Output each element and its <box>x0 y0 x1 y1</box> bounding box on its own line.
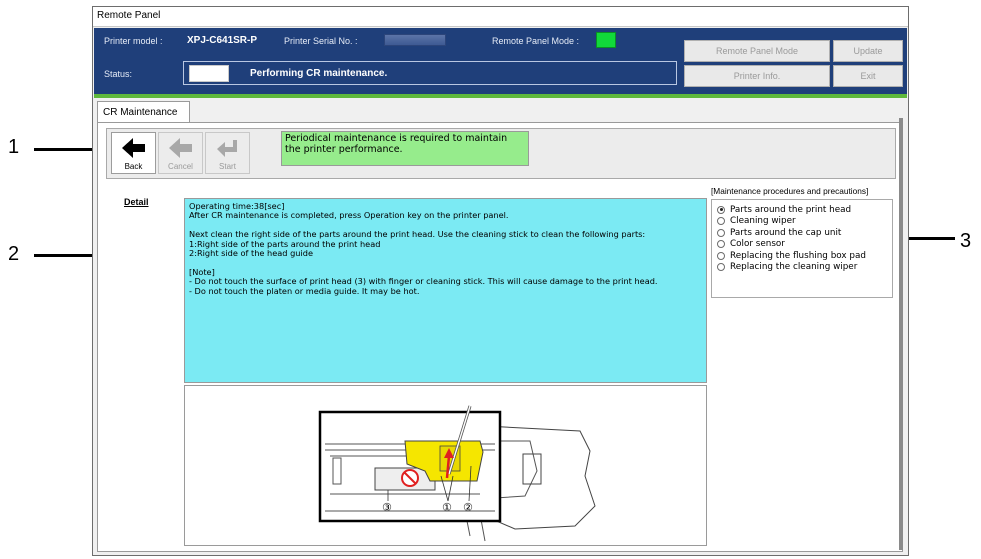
printer-header: Printer model : XPJ-C641SR-P Printer Ser… <box>94 28 907 94</box>
back-label: Back <box>124 162 143 171</box>
callout-2-number: 2 <box>8 243 20 265</box>
serial-label: Printer Serial No. : <box>284 36 358 46</box>
procedure-option-parts-around-print-head[interactable]: Parts around the print head <box>717 204 887 216</box>
remote-mode-indicator <box>596 32 616 48</box>
remote-mode-label: Remote Panel Mode : <box>492 36 580 46</box>
cancel-label: Cancel <box>168 162 193 171</box>
procedure-label: Parts around the cap unit <box>730 227 842 238</box>
status-indicator <box>189 65 229 82</box>
start-label: Start <box>219 162 236 171</box>
exit-button[interactable]: Exit <box>833 65 903 87</box>
radio-icon[interactable] <box>717 240 725 249</box>
radio-selected-icon[interactable] <box>717 205 725 214</box>
callout-3-number: 3 <box>960 230 972 252</box>
detail-text-box: Operating time:38[sec] After CR maintena… <box>184 198 707 383</box>
printer-model-value: XPJ-C641SR-P <box>187 35 258 46</box>
status-label: Status: <box>104 69 133 79</box>
start-button[interactable]: Start <box>205 132 250 174</box>
detail-line: 2:Right side of the head guide <box>189 248 313 259</box>
detail-line: ​ <box>189 258 702 267</box>
part-label-3: ③ <box>382 501 392 514</box>
procedure-label: Replacing the cleaning wiper <box>730 262 858 273</box>
detail-label: Detail <box>124 197 149 207</box>
right-scrollbar-edge[interactable] <box>899 118 903 550</box>
procedure-label: Parts around the print head <box>730 204 852 215</box>
procedures-header: [Maintenance procedures and precautions] <box>711 186 869 196</box>
radio-icon[interactable] <box>717 217 725 226</box>
printer-model-label: Printer model : <box>104 36 163 46</box>
procedure-option-cap-unit[interactable]: Parts around the cap unit <box>717 227 887 239</box>
start-return-icon <box>217 140 237 157</box>
back-arrow-icon <box>122 138 145 158</box>
procedure-option-flushing-box-pad[interactable]: Replacing the flushing box pad <box>717 250 887 262</box>
header-divider <box>94 94 907 98</box>
cancel-arrow-icon <box>169 138 192 158</box>
tab-cr-maintenance[interactable]: CR Maintenance <box>97 101 190 123</box>
detail-line: After CR maintenance is completed, press… <box>189 210 509 221</box>
radio-icon[interactable] <box>717 251 725 260</box>
radio-icon[interactable] <box>717 263 725 272</box>
procedure-label: Color sensor <box>730 239 785 250</box>
part-label-2: ② <box>463 501 473 514</box>
remote-panel-mode-button[interactable]: Remote Panel Mode <box>684 40 830 62</box>
status-frame: Performing CR maintenance. <box>183 61 677 85</box>
serial-number-value <box>384 34 446 46</box>
back-button[interactable]: Back <box>111 132 156 174</box>
detail-line: - Do not touch the platen or media guide… <box>189 285 420 296</box>
cancel-button[interactable]: Cancel <box>158 132 203 174</box>
radio-icon[interactable] <box>717 228 725 237</box>
procedure-option-color-sensor[interactable]: Color sensor <box>717 239 887 251</box>
callout-1-number: 1 <box>8 136 20 158</box>
maintenance-toolbar: Back Cancel Start Periodical maintenance… <box>106 128 896 179</box>
print-head-illustration: ③ ① ② <box>318 405 596 542</box>
procedure-label: Replacing the flushing box pad <box>730 250 866 261</box>
part-label-1: ① <box>442 501 452 514</box>
maintenance-message: Periodical maintenance is required to ma… <box>281 131 529 166</box>
maintenance-illustration: ③ ① ② <box>184 385 707 546</box>
procedure-label: Cleaning wiper <box>730 216 796 227</box>
procedures-list: Parts around the print head Cleaning wip… <box>711 199 893 298</box>
window-title: Remote Panel <box>93 7 908 27</box>
printer-info-button[interactable]: Printer Info. <box>684 65 830 87</box>
procedure-option-replace-cleaning-wiper[interactable]: Replacing the cleaning wiper <box>717 262 887 274</box>
procedure-option-cleaning-wiper[interactable]: Cleaning wiper <box>717 216 887 228</box>
cr-maintenance-panel: Back Cancel Start Periodical maintenance… <box>97 122 903 552</box>
update-button[interactable]: Update <box>833 40 903 62</box>
remote-panel-window: Remote Panel Printer model : XPJ-C641SR-… <box>92 6 909 556</box>
status-text: Performing CR maintenance. <box>250 68 388 79</box>
